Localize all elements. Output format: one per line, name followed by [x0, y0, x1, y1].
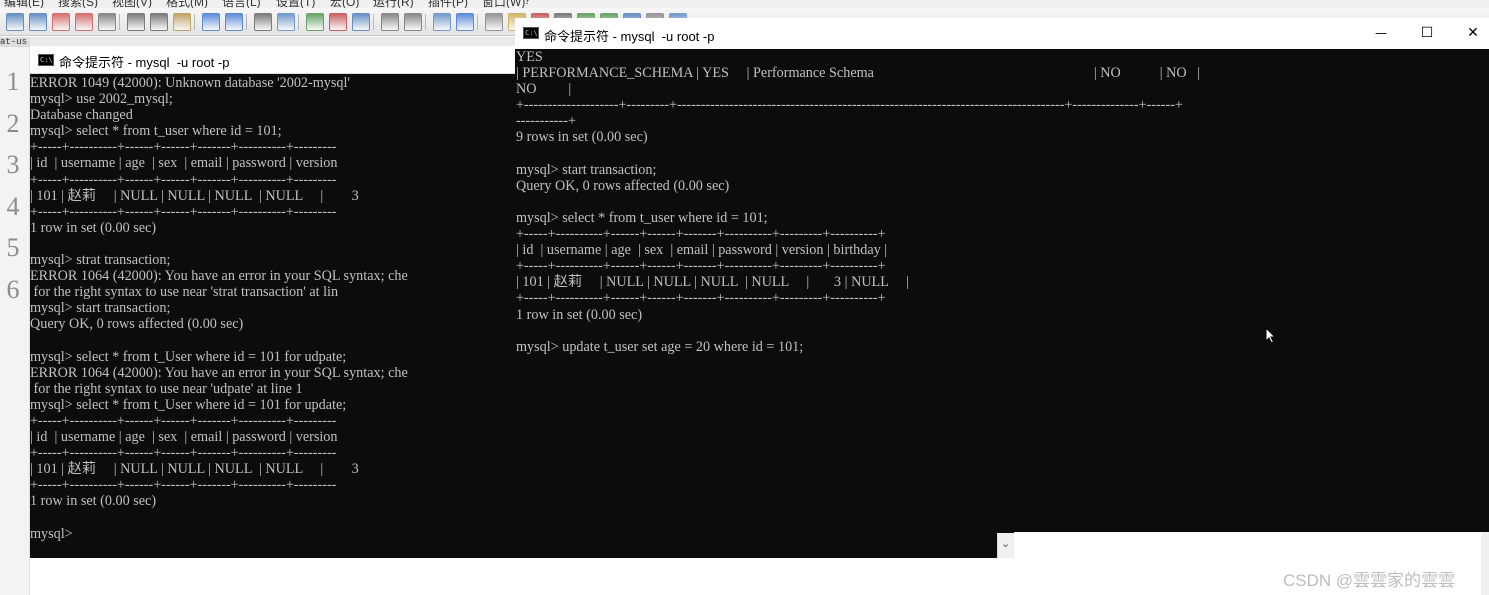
watermark: CSDN @雲雲家的雲雲: [1283, 571, 1456, 590]
console-line: 1 row in set (0.00 sec): [516, 306, 643, 323]
menu-item[interactable]: 插件(P): [428, 0, 468, 8]
line-number: 5: [6, 233, 20, 262]
console-line: -----------+: [516, 113, 576, 130]
toolbar-separator: [298, 14, 299, 30]
console-scrollbar[interactable]: ⌄: [997, 533, 1014, 558]
title-bar[interactable]: C:\ 命令提示符 - mysql -u root -p — ☐ ✕: [515, 18, 1489, 49]
close-icon[interactable]: [52, 13, 70, 31]
save-icon[interactable]: [6, 13, 24, 31]
cmd-icon: C:\: [38, 54, 54, 66]
console-line: Query OK, 0 rows affected (0.00 sec): [516, 177, 730, 194]
console-line: mysql> start transaction;: [516, 161, 657, 178]
menu-bar: 编辑(E) 搜索(S) 视图(V) 格式(M) 语言(L) 设置(T) 宏(O) 运行(R) 插…: [0, 0, 1489, 8]
document-tab[interactable]: at-us: [0, 37, 30, 47]
menu-item[interactable]: 视图(V): [112, 0, 152, 8]
console-line: +-----+----------+------+------+-------+…: [516, 290, 886, 307]
replace-icon[interactable]: [277, 13, 295, 31]
toolbar-separator: [246, 14, 247, 30]
save-all-icon[interactable]: [29, 13, 47, 31]
window-title: 命令提示符 - mysql -u root -p: [544, 29, 715, 44]
line-number: 2: [6, 108, 20, 138]
console-line: NO |: [516, 81, 572, 98]
menu-item[interactable]: 设置(T): [276, 0, 315, 8]
wrap-icon[interactable]: [381, 13, 399, 31]
console-line: | PERFORMANCE_SCHEMA | YES | Performance…: [516, 65, 1201, 82]
menu-item[interactable]: 搜索(S): [58, 0, 98, 8]
console-line: 9 rows in set (0.00 sec): [516, 129, 648, 146]
console-line: +-----+----------+------+------+-------+…: [516, 258, 886, 275]
console-line: YES: [516, 49, 543, 65]
right-console-window[interactable]: C:\ 命令提示符 - mysql -u root -p — ☐ ✕ YES | …: [515, 18, 1489, 532]
menu-item[interactable]: 格式(M): [166, 0, 208, 8]
menu-item[interactable]: 编辑(E): [4, 0, 44, 8]
mouse-cursor-icon: [1265, 327, 1277, 344]
console-line: mysql> select * from t_user where id = 1…: [516, 209, 768, 226]
print-icon[interactable]: [98, 13, 116, 31]
undo-icon[interactable]: [202, 13, 220, 31]
console-line: +--------------------+---------+--------…: [516, 97, 1183, 114]
chevron-down-icon[interactable]: ⌄: [1001, 537, 1010, 550]
menu-item[interactable]: 窗口(W): [482, 0, 525, 8]
line-number: 4: [6, 191, 20, 221]
toolbar-separator: [425, 14, 426, 30]
menu-item[interactable]: 运行(R): [373, 0, 414, 8]
copy-icon[interactable]: [150, 13, 168, 31]
indent-guide-icon[interactable]: [433, 13, 451, 31]
zoom-in-icon[interactable]: [306, 13, 324, 31]
toolbar-separator: [373, 14, 374, 30]
find-icon[interactable]: [254, 13, 272, 31]
menu-item[interactable]: ?: [524, 0, 531, 7]
line-number: 1: [6, 67, 20, 96]
console-line: +-----+----------+------+------+-------+…: [516, 226, 886, 243]
console-line: | id | username | age | sex | email | pa…: [516, 242, 888, 259]
cmd-icon: C:\: [523, 27, 539, 39]
console-line: | 101 | 赵莉 | NULL | NULL | NULL | NULL |…: [516, 274, 909, 291]
console-line: mysql> update t_user set age = 20 where …: [516, 338, 804, 355]
cut-icon[interactable]: [127, 13, 145, 31]
menu-item[interactable]: 语言(L): [222, 0, 261, 8]
console-output[interactable]: YES | PERFORMANCE_SCHEMA | YES | Performa…: [515, 49, 1489, 532]
paste-icon[interactable]: [173, 13, 191, 31]
close-button[interactable]: ✕: [1450, 18, 1489, 49]
toolbar-separator: [477, 14, 478, 30]
minimize-button[interactable]: —: [1358, 18, 1404, 49]
redo-icon[interactable]: [225, 13, 243, 31]
maximize-button[interactable]: ☐: [1404, 18, 1450, 49]
function-list-icon[interactable]: [485, 13, 503, 31]
sync-icon[interactable]: [352, 13, 370, 31]
window-title: 命令提示符 - mysql -u root -p: [59, 55, 230, 70]
toolbar-separator: [119, 14, 120, 30]
line-number-gutter: 1 2 3 4 5 6: [0, 47, 30, 595]
show-symbols-icon[interactable]: [404, 13, 422, 31]
line-number: 6: [6, 274, 20, 304]
line-number: 3: [6, 150, 20, 179]
doc-map-icon[interactable]: [456, 13, 474, 31]
toolbar-separator: [194, 14, 195, 30]
menu-item[interactable]: 宏(O): [330, 0, 359, 8]
close-all-icon[interactable]: [75, 13, 93, 31]
zoom-out-icon[interactable]: [329, 13, 347, 31]
